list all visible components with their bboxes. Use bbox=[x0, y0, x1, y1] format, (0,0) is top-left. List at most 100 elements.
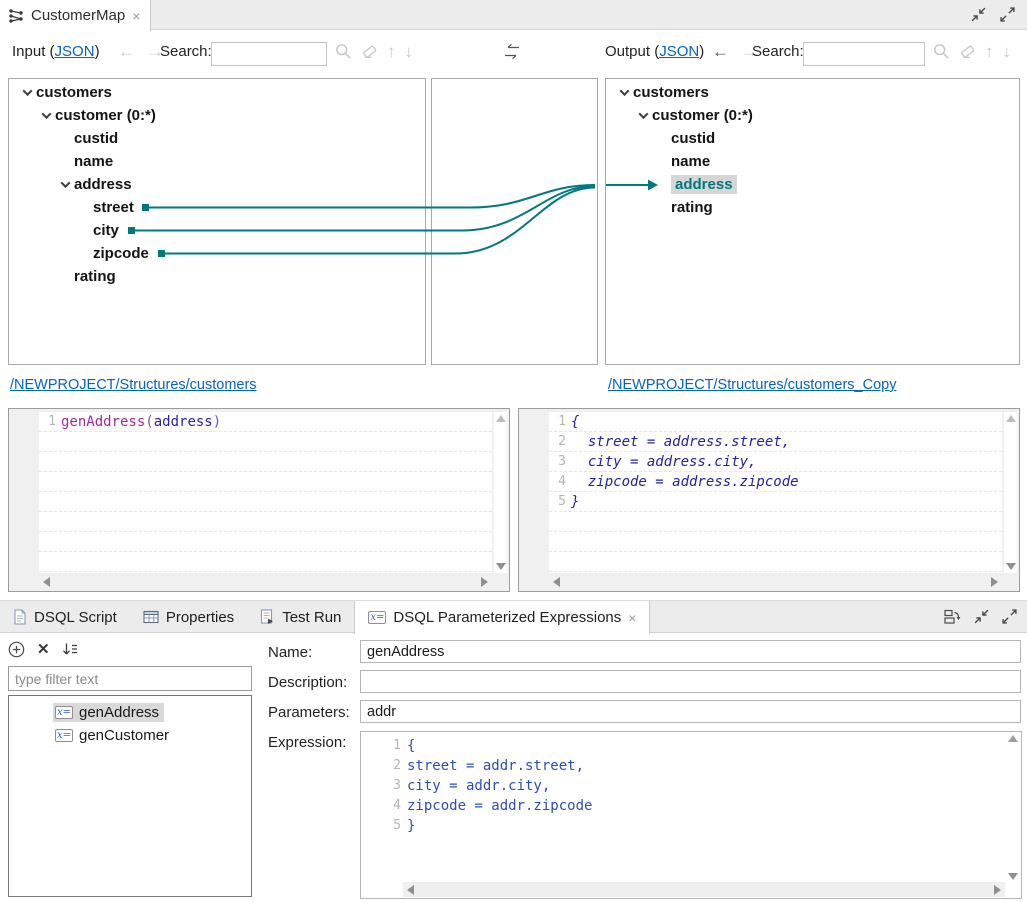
chevron-down-icon[interactable] bbox=[639, 109, 649, 119]
output-search-field[interactable] bbox=[803, 42, 925, 66]
editor-empty-row bbox=[549, 512, 1002, 532]
parameters-label: Parameters: bbox=[268, 704, 350, 721]
tree-item[interactable]: custid bbox=[606, 127, 1019, 150]
tree-item[interactable]: custid bbox=[9, 127, 425, 150]
horizontal-scrollbar[interactable] bbox=[403, 882, 1005, 897]
vertical-scrollbar[interactable] bbox=[1004, 412, 1017, 573]
functions-list: x=genAddress x=genCustomer bbox=[8, 695, 252, 897]
output-json-link[interactable]: JSON bbox=[659, 43, 699, 60]
chevron-down-icon[interactable] bbox=[42, 109, 52, 119]
add-expression-icon[interactable] bbox=[8, 641, 25, 658]
minimize-icon[interactable] bbox=[974, 609, 989, 624]
description-field[interactable] bbox=[360, 670, 1021, 693]
input-search-actions: ↑ ↓ bbox=[335, 43, 413, 60]
prev-match-icon[interactable]: ↑ bbox=[387, 43, 396, 60]
list-item-gencustomer[interactable]: x=genCustomer bbox=[9, 724, 251, 747]
tab-properties[interactable]: Properties bbox=[130, 601, 247, 633]
tree-item[interactable]: customers bbox=[9, 81, 425, 104]
scroll-down-icon[interactable] bbox=[1008, 873, 1018, 880]
search-icon[interactable] bbox=[335, 43, 352, 60]
search-icon[interactable] bbox=[933, 43, 950, 60]
input-search-field[interactable] bbox=[211, 42, 327, 66]
scroll-up-icon[interactable] bbox=[1006, 415, 1016, 422]
mapping-canvas[interactable] bbox=[431, 78, 598, 365]
maximize-icon[interactable] bbox=[1000, 7, 1015, 22]
horizontal-scrollbar[interactable] bbox=[39, 575, 492, 589]
vertical-scrollbar[interactable] bbox=[494, 412, 507, 573]
tree-item[interactable]: rating bbox=[9, 265, 425, 288]
input-structure-link[interactable]: /NEWPROJECT/Structures/customers bbox=[10, 377, 257, 393]
clear-icon[interactable] bbox=[959, 43, 976, 60]
minimize-icon[interactable] bbox=[971, 7, 986, 22]
tab-customermap[interactable]: CustomerMap × bbox=[0, 0, 151, 31]
chevron-down-icon[interactable] bbox=[61, 178, 71, 188]
scroll-right-icon[interactable] bbox=[991, 577, 998, 587]
tree-item[interactable]: street bbox=[9, 196, 425, 219]
editor-empty-row bbox=[39, 492, 492, 512]
horizontal-scrollbar[interactable] bbox=[549, 575, 1002, 589]
chevron-down-icon[interactable] bbox=[23, 86, 33, 96]
scroll-left-icon[interactable] bbox=[553, 577, 560, 587]
view-tabbar: DSQL Script Properties Test Run x= DSQL … bbox=[0, 600, 1027, 633]
scroll-down-icon[interactable] bbox=[496, 563, 506, 570]
scroll-up-icon[interactable] bbox=[496, 415, 506, 422]
function-name: genAddress bbox=[61, 414, 145, 430]
editor-content[interactable]: 1{ 2 street = address.street, 3 city = a… bbox=[549, 412, 1002, 573]
input-search-label: Search: bbox=[160, 43, 212, 60]
tab-close-icon[interactable]: × bbox=[132, 8, 140, 24]
output-back-icon[interactable]: ← bbox=[712, 43, 729, 60]
input-back-icon[interactable]: ← bbox=[118, 43, 135, 60]
scroll-up-icon[interactable] bbox=[1008, 735, 1018, 742]
sort-icon[interactable] bbox=[62, 642, 78, 657]
output-structure-link[interactable]: /NEWPROJECT/Structures/customers_Copy bbox=[608, 377, 896, 393]
tree-item[interactable]: rating bbox=[606, 196, 1019, 219]
code-line: 2 street = address.street, bbox=[549, 432, 1002, 452]
input-format: Input (JSON) bbox=[12, 43, 100, 60]
tab-test-run[interactable]: Test Run bbox=[247, 601, 354, 633]
tab-dsql-script[interactable]: DSQL Script bbox=[0, 601, 130, 633]
scroll-right-icon[interactable] bbox=[994, 885, 1001, 895]
scroll-right-icon[interactable] bbox=[481, 577, 488, 587]
tree-item[interactable]: customer (0:*) bbox=[606, 104, 1019, 127]
editor-empty-row bbox=[549, 552, 1002, 572]
input-json-link[interactable]: JSON bbox=[55, 43, 95, 60]
chevron-down-icon[interactable] bbox=[620, 86, 630, 96]
code-line: 3 city = address.city, bbox=[549, 452, 1002, 472]
tree-item[interactable]: customer (0:*) bbox=[9, 104, 425, 127]
scroll-left-icon[interactable] bbox=[407, 885, 414, 895]
tree-item-selected[interactable]: address bbox=[606, 173, 1019, 196]
tab-close-icon[interactable]: × bbox=[628, 610, 636, 626]
maximize-icon[interactable] bbox=[1002, 609, 1017, 624]
tree-item[interactable]: customers bbox=[606, 81, 1019, 104]
name-field[interactable] bbox=[360, 640, 1021, 663]
editor-content[interactable]: 1{ 2street = addr.street, 3city = addr.c… bbox=[361, 736, 1005, 880]
tree-item[interactable]: zipcode bbox=[9, 242, 425, 265]
restore-icon[interactable] bbox=[944, 609, 961, 624]
code-line: 1{ bbox=[549, 412, 1002, 432]
tree-item[interactable]: name bbox=[9, 150, 425, 173]
editor-content[interactable]: 1 genAddress(address) bbox=[39, 412, 492, 573]
view-toolbar bbox=[944, 609, 1017, 624]
description-label: Description: bbox=[268, 674, 347, 691]
parameters-field[interactable] bbox=[360, 700, 1021, 723]
scroll-down-icon[interactable] bbox=[1006, 563, 1016, 570]
editor-empty-row bbox=[39, 452, 492, 472]
output-label: Output bbox=[605, 43, 650, 60]
filter-input[interactable] bbox=[8, 666, 252, 691]
swap-direction-icon[interactable] bbox=[502, 43, 522, 60]
output-format: Output (JSON) bbox=[605, 43, 704, 60]
expression-editor: 1{ 2street = addr.street, 3city = addr.c… bbox=[360, 731, 1022, 899]
tree-item[interactable]: name bbox=[606, 150, 1019, 173]
tree-item[interactable]: address bbox=[9, 173, 425, 196]
delete-expression-icon[interactable]: ✕ bbox=[37, 640, 50, 658]
next-match-icon[interactable]: ↓ bbox=[405, 43, 414, 60]
tab-dsql-parameterized-expressions[interactable]: x= DSQL Parameterized Expressions × bbox=[354, 601, 650, 634]
clear-icon[interactable] bbox=[361, 43, 378, 60]
prev-match-icon[interactable]: ↑ bbox=[985, 43, 994, 60]
vertical-scrollbar[interactable] bbox=[1007, 735, 1019, 880]
code-line: 3city = addr.city, bbox=[361, 776, 1005, 796]
list-item-genaddress[interactable]: x=genAddress bbox=[9, 701, 251, 724]
scroll-left-icon[interactable] bbox=[43, 577, 50, 587]
tree-item[interactable]: city bbox=[9, 219, 425, 242]
next-match-icon[interactable]: ↓ bbox=[1003, 43, 1012, 60]
